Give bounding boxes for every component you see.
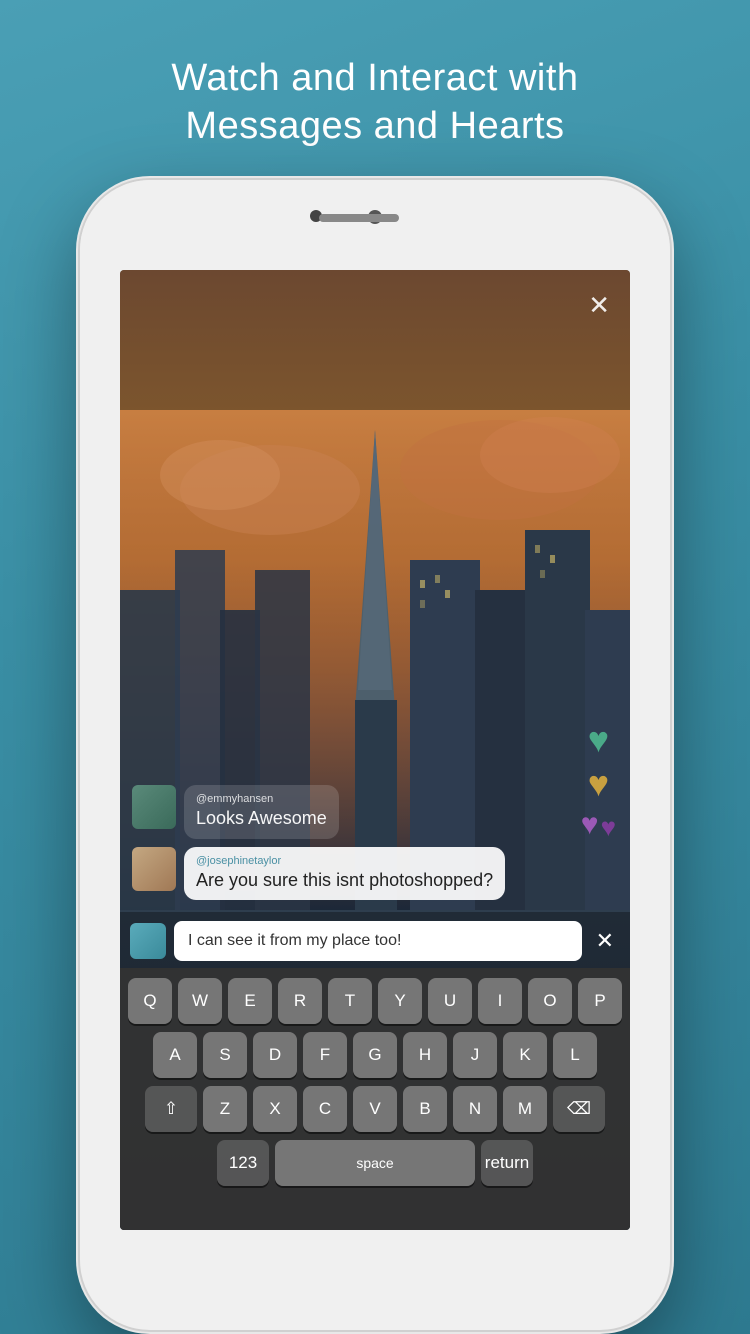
key-j[interactable]: J: [453, 1032, 497, 1078]
return-key[interactable]: return: [481, 1140, 533, 1186]
key-r[interactable]: R: [278, 978, 322, 1024]
key-x[interactable]: X: [253, 1086, 297, 1132]
bubble-content-1: @emmyhansen Looks Awesome: [184, 785, 339, 838]
key-u[interactable]: U: [428, 978, 472, 1024]
message-bubble-1: @emmyhansen Looks Awesome: [132, 785, 512, 838]
close-button[interactable]: ✕: [588, 290, 610, 321]
input-user-avatar: [130, 923, 166, 959]
speaker: [319, 214, 399, 222]
message-bubble-2: @josephinetaylor Are you sure this isnt …: [132, 847, 512, 900]
keyboard-row-4: 123 space return: [125, 1140, 625, 1186]
key-d[interactable]: D: [253, 1032, 297, 1078]
message-text-1: Looks Awesome: [196, 807, 327, 830]
key-m[interactable]: M: [503, 1086, 547, 1132]
bubble-content-2: @josephinetaylor Are you sure this isnt …: [184, 847, 505, 900]
key-q[interactable]: Q: [128, 978, 172, 1024]
key-y[interactable]: Y: [378, 978, 422, 1024]
key-i[interactable]: I: [478, 978, 522, 1024]
key-l[interactable]: L: [553, 1032, 597, 1078]
app-screen: ✕ ♥ ♥ ♥ ♥ @emmyhansen Looks Awesome: [120, 270, 630, 1230]
keyboard-row-3: ⇧ Z X C V B N M ⌫: [125, 1086, 625, 1132]
page-title: Watch and Interact with Messages and Hea…: [85, 55, 665, 150]
key-f[interactable]: F: [303, 1032, 347, 1078]
key-z[interactable]: Z: [203, 1086, 247, 1132]
key-v[interactable]: V: [353, 1086, 397, 1132]
delete-key[interactable]: ⌫: [553, 1086, 605, 1132]
key-b[interactable]: B: [403, 1086, 447, 1132]
key-a[interactable]: A: [153, 1032, 197, 1078]
numbers-key[interactable]: 123: [217, 1140, 269, 1186]
key-o[interactable]: O: [528, 978, 572, 1024]
key-c[interactable]: C: [303, 1086, 347, 1132]
username-josephine: @josephinetaylor: [196, 855, 493, 867]
input-bar: ✕: [120, 912, 630, 970]
phone-shell: ✕ ♥ ♥ ♥ ♥ @emmyhansen Looks Awesome: [80, 180, 670, 1330]
key-e[interactable]: E: [228, 978, 272, 1024]
avatar-josephine: [132, 847, 176, 891]
shift-key[interactable]: ⇧: [145, 1086, 197, 1132]
message-input[interactable]: [174, 921, 582, 961]
keyboard: Q W E R T Y U I O P A S D F G H J K: [120, 968, 630, 1230]
key-w[interactable]: W: [178, 978, 222, 1024]
key-g[interactable]: G: [353, 1032, 397, 1078]
keyboard-row-2: A S D F G H J K L: [125, 1032, 625, 1078]
avatar-emmy: [132, 785, 176, 829]
message-text-2: Are you sure this isnt photoshopped?: [196, 869, 493, 892]
input-close-button[interactable]: ✕: [590, 928, 620, 954]
keyboard-row-1: Q W E R T Y U I O P: [125, 978, 625, 1024]
space-key[interactable]: space: [275, 1140, 475, 1186]
username-emmy: @emmyhansen: [196, 793, 327, 805]
key-n[interactable]: N: [453, 1086, 497, 1132]
key-t[interactable]: T: [328, 978, 372, 1024]
heart-green: ♥: [588, 722, 609, 758]
key-k[interactable]: K: [503, 1032, 547, 1078]
key-p[interactable]: P: [578, 978, 622, 1024]
key-h[interactable]: H: [403, 1032, 447, 1078]
chat-container: @emmyhansen Looks Awesome @josephinetayl…: [120, 785, 630, 910]
key-s[interactable]: S: [203, 1032, 247, 1078]
phone-top-bar: [80, 180, 670, 270]
